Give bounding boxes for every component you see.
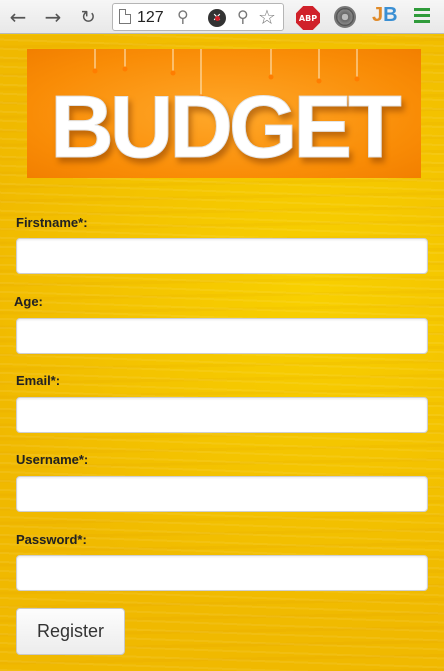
password-label: Password*: [16, 532, 87, 547]
email-input[interactable] [16, 397, 428, 433]
username-input[interactable] [16, 476, 428, 512]
key-icon[interactable]: ⚲ [237, 7, 249, 26]
budget-banner-image: BUDGET [27, 49, 421, 178]
browser-toolbar: ← → ↻ 127 ⚲ ✕ ⚲ ☆ ABP JB [0, 0, 444, 34]
jb-letter-b: B [383, 4, 398, 26]
back-arrow-icon[interactable]: ← [6, 5, 30, 29]
username-label: Username*: [16, 452, 89, 467]
email-label: Email*: [16, 373, 61, 388]
blocked-content-icon[interactable]: ✕ [208, 9, 226, 27]
bookmark-star-icon[interactable]: ☆ [258, 5, 276, 29]
reload-icon[interactable]: ↻ [76, 5, 100, 29]
address-text[interactable]: 127 [137, 9, 164, 27]
password-input[interactable] [16, 555, 428, 591]
firstname-input[interactable] [16, 238, 428, 274]
jb-letter-j: J [372, 4, 384, 26]
register-button[interactable]: Register [16, 608, 125, 655]
jetbrains-icon[interactable]: JB [372, 4, 398, 27]
page-content: BUDGET Firstname*: Age: Email*: Username… [0, 35, 444, 671]
zoom-icon[interactable]: ⚲ [177, 7, 189, 26]
banner-title: BUDGET [50, 77, 401, 176]
hamburger-menu-icon[interactable] [414, 8, 430, 24]
page-icon [119, 9, 131, 24]
firstname-label: Firstname*: [16, 215, 88, 230]
adblock-label: ABP [298, 13, 318, 23]
age-label: Age: [14, 294, 43, 309]
adblock-plus-icon[interactable]: ABP [296, 6, 320, 30]
age-input[interactable] [16, 318, 428, 354]
address-bar[interactable]: 127 ⚲ ✕ ⚲ ☆ [112, 3, 284, 31]
film-reel-icon[interactable] [334, 6, 356, 28]
forward-arrow-icon[interactable]: → [41, 5, 65, 29]
